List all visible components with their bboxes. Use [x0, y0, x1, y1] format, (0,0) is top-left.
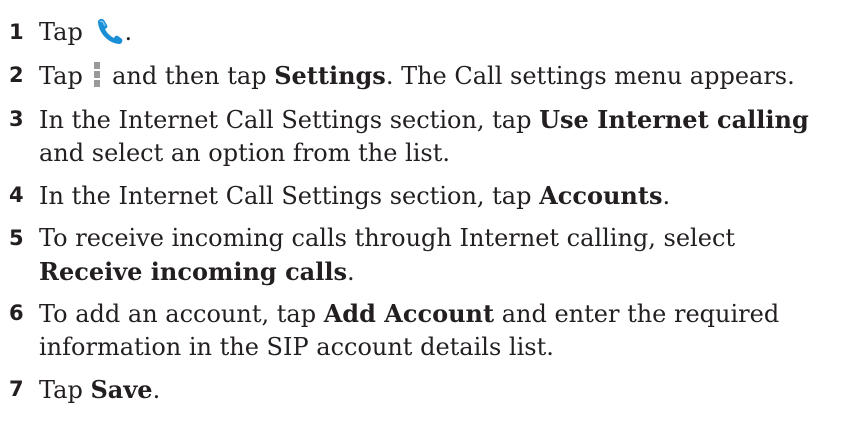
step-text: Tap Save.	[39, 373, 839, 407]
instruction-list: 1 Tap . 2 Tap and then tap Settings. The…	[0, 0, 854, 435]
step-text-emphasis: Accounts	[539, 181, 663, 210]
step-number: 7	[9, 377, 24, 401]
step-text-part: To add an account, tap	[39, 300, 324, 328]
step-text: To receive incoming calls through Intern…	[39, 222, 839, 289]
step-text-emphasis: Receive incoming calls	[39, 257, 347, 286]
step-text: Tap .	[39, 16, 839, 54]
step-number: 2	[9, 63, 24, 87]
step-text-emphasis: Save	[90, 375, 153, 404]
step-text-part: .	[152, 376, 161, 404]
step-text-emphasis: Settings	[274, 61, 386, 90]
step-text-part: In the Internet Call Settings section, t…	[39, 182, 540, 210]
step-text-part: Tap	[39, 18, 91, 46]
step-text-part: To receive incoming calls through Intern…	[39, 224, 736, 252]
step-text-part: .	[662, 182, 671, 210]
phone-call-icon	[94, 17, 124, 54]
step-text: In the Internet Call Settings section, t…	[39, 103, 839, 170]
step-text-part: Tap	[39, 376, 91, 404]
menu-icon	[92, 61, 102, 96]
step-text: To add an account, tap Add Account and e…	[39, 297, 839, 364]
step-text-part: In the Internet Call Settings section, t…	[39, 106, 540, 134]
step-text-emphasis: Add Account	[323, 299, 495, 328]
step-number: 6	[9, 301, 24, 325]
step-text-part: and then tap	[104, 62, 275, 90]
step-text-part: Tap	[39, 62, 91, 90]
step-number: 1	[9, 20, 24, 44]
step-number: 3	[9, 107, 24, 131]
step-text-emphasis: Use Internet calling	[539, 105, 809, 134]
step-text-part: .	[346, 258, 355, 286]
step-text-part: .	[124, 18, 133, 46]
step-number: 5	[9, 226, 24, 250]
step-text-part: and select an option from the list.	[39, 139, 450, 167]
step-text: Tap and then tap Settings. The Call sett…	[39, 59, 839, 96]
step-number: 4	[9, 183, 24, 207]
step-text: In the Internet Call Settings section, t…	[39, 179, 839, 213]
step-text-part: . The Call settings menu appears.	[385, 62, 795, 90]
